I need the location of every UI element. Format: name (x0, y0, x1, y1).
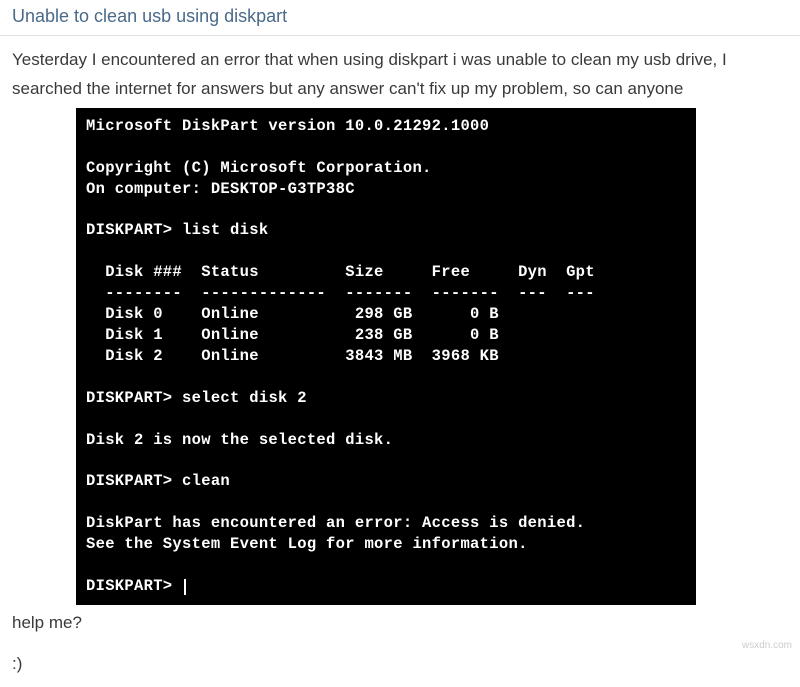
term-table-sep: -------- ------------- ------- ------- -… (86, 284, 595, 302)
term-prompt: DISKPART> (86, 577, 172, 595)
term-computer: On computer: DESKTOP-G3TP38C (86, 180, 355, 198)
term-error-1: DiskPart has encountered an error: Acces… (86, 514, 585, 532)
term-prompt: DISKPART> (86, 472, 172, 490)
post-text-after: help me? (12, 613, 82, 632)
term-row-0: Disk 0 Online 298 GB 0 B (86, 305, 499, 323)
term-row-1: Disk 1 Online 238 GB 0 B (86, 326, 499, 344)
post-title[interactable]: Unable to clean usb using diskpart (0, 0, 800, 36)
term-version: Microsoft DiskPart version 10.0.21292.10… (86, 117, 489, 135)
watermark: wsxdn.com (742, 640, 792, 651)
term-prompt: DISKPART> (86, 221, 172, 239)
term-selected-msg: Disk 2 is now the selected disk. (86, 431, 393, 449)
terminal-screenshot: Microsoft DiskPart version 10.0.21292.10… (76, 108, 696, 605)
term-cmd-list: list disk (182, 221, 268, 239)
term-cmd-clean: clean (182, 472, 230, 490)
post-body: Yesterday I encountered an error that wh… (0, 36, 800, 648)
cursor-icon (184, 579, 186, 595)
term-error-2: See the System Event Log for more inform… (86, 535, 528, 553)
term-prompt: DISKPART> (86, 389, 172, 407)
term-cmd-select: select disk 2 (182, 389, 307, 407)
term-table-header: Disk ### Status Size Free Dyn Gpt (86, 263, 595, 281)
post-smile: :) (0, 648, 800, 684)
post-text-before: Yesterday I encountered an error that wh… (12, 50, 727, 98)
term-row-2: Disk 2 Online 3843 MB 3968 KB (86, 347, 499, 365)
term-copyright: Copyright (C) Microsoft Corporation. (86, 159, 432, 177)
